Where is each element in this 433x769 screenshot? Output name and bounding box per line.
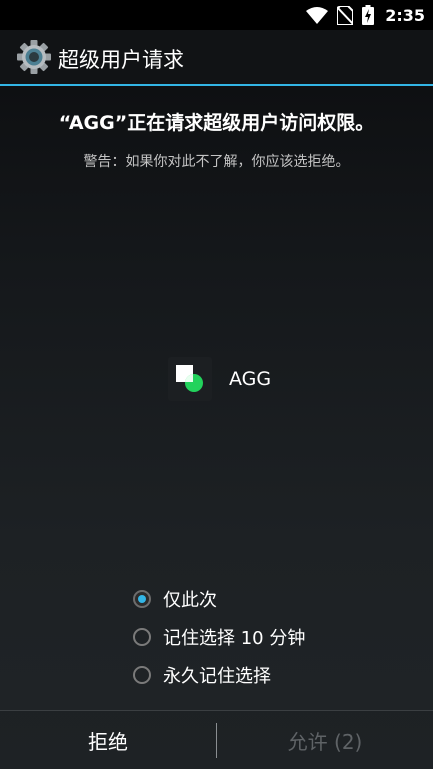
radio-forever[interactable] [133,666,151,684]
option-label: 仅此次 [163,590,217,611]
gear-icon [17,40,51,74]
radio-10-minutes[interactable] [133,628,151,646]
request-warning: 警告：如果你对此不了解，你应该选拒绝。 [83,154,350,170]
no-sim-icon [337,5,354,25]
superuser-request-screen: 2:35 超级用户请求 “AGG”正在请求超级用户访问权限。 警告：如果你对此不… [0,0,433,769]
request-headline: “AGG”正在请求超级用户访问权限。 [58,112,375,134]
app-icon [168,357,212,401]
clock: 2:35 [385,5,425,25]
title-bar: 超级用户请求 [0,30,433,86]
battery-charging-icon [362,5,375,25]
requesting-app: AGG [168,357,271,401]
option-10-minutes[interactable]: 记住选择 10 分钟 [131,618,305,656]
button-bar: 拒绝 允许 (2) [0,710,433,769]
radio-once[interactable] [133,590,151,608]
deny-button[interactable]: 拒绝 [0,711,216,769]
option-forever[interactable]: 永久记住选择 [131,656,305,694]
duration-options: 仅此次 记住选择 10 分钟 永久记住选择 [131,580,305,694]
app-name: AGG [229,368,272,390]
title-text: 超级用户请求 [58,48,184,72]
status-bar: 2:35 [0,0,433,30]
option-label: 记住选择 10 分钟 [163,628,306,649]
option-once[interactable]: 仅此次 [131,580,305,618]
allow-button[interactable]: 允许 (2) [217,711,433,769]
wifi-icon [306,6,329,24]
status-icons: 2:35 [306,0,425,30]
option-label: 永久记住选择 [163,666,271,687]
